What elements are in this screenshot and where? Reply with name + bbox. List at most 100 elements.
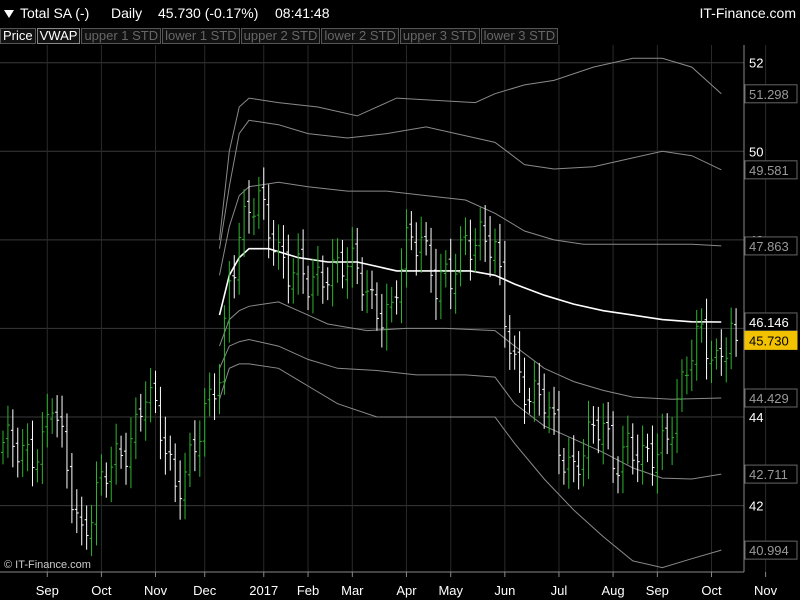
right-label-49.581: 49.581 [749,163,789,178]
candle-20 [99,454,104,496]
candle-35 [173,443,178,503]
symbol-label[interactable]: Total SA (-) [20,5,89,21]
candle-0 [1,430,5,465]
x-label-aug-11: Aug [602,583,625,598]
candle-62 [306,265,311,311]
candle-129 [635,434,640,483]
candle-31 [153,370,158,414]
candle-91 [448,238,453,310]
candle-29 [143,381,148,441]
candle-58 [286,234,291,304]
candle-124 [611,411,616,483]
x-label-nov-14: Nov [754,583,778,598]
candle-100 [493,228,497,274]
candle-44 [217,364,222,415]
y-tick-50: 50 [749,144,763,159]
candle-23 [114,423,119,485]
x-label-apr-7: Apr [396,583,417,598]
candle-140 [689,339,694,392]
y-tick-42: 42 [749,499,763,514]
candles [1,167,739,557]
period-label[interactable]: Daily [111,5,142,21]
candle-116 [571,435,576,483]
dropdown-arrow-icon[interactable] [3,9,15,19]
candle-34 [168,435,173,471]
candle-67 [330,239,335,307]
candle-110 [542,373,547,429]
candle-114 [561,447,566,485]
y-tick-44: 44 [749,410,763,425]
candle-84 [414,222,419,276]
candle-77 [379,293,384,348]
candle-19 [94,461,99,546]
x-label-sep-12: Sep [646,583,669,598]
candle-73 [360,257,365,311]
right-label-46.146: 46.146 [749,315,789,330]
candle-11 [55,395,60,438]
candle-82 [404,209,409,288]
candle-139 [684,356,689,395]
candle-89 [438,253,443,320]
candle-130 [640,425,645,485]
candle-121 [596,406,601,454]
candle-120 [591,406,596,444]
candle-1 [5,405,10,458]
candle-118 [581,438,586,487]
candle-2 [10,409,15,468]
candle-79 [389,286,394,323]
candle-148 [729,307,734,370]
candle-42 [207,372,212,417]
right-label-51.298: 51.298 [749,87,789,102]
candle-47 [232,255,237,299]
candle-96 [473,228,478,273]
candle-99 [488,216,493,278]
candle-30 [148,367,153,423]
candle-83 [409,211,414,251]
candle-90 [443,250,448,288]
candle-36 [178,460,183,520]
candle-117 [576,451,581,490]
x-label-nov-2: Nov [144,583,168,598]
grid [0,45,767,572]
candle-85 [419,216,424,273]
right-label-45.730: 45.730 [749,333,789,348]
candle-106 [522,357,527,424]
candle-147 [724,337,729,383]
candle-14 [69,453,74,524]
x-label-sep-0: Sep [36,583,59,598]
candle-136 [670,416,675,466]
candle-8 [40,412,45,485]
candle-108 [532,361,537,422]
series-lower-3-std [219,363,722,569]
price-chart[interactable]: 52504846444251.29849.58147.86346.14645.7… [0,28,800,600]
candle-74 [365,270,370,314]
candle-22 [109,446,114,503]
candle-133 [655,433,660,494]
candle-93 [458,226,463,287]
candle-70 [345,247,350,299]
candle-9 [45,393,50,448]
candle-18 [89,504,94,557]
brand-label: IT-Finance.com [699,5,796,21]
x-label-oct-1: Oct [91,583,112,598]
candle-122 [601,403,606,465]
candle-134 [660,413,665,471]
right-label-40.994: 40.994 [749,543,789,558]
candle-63 [310,258,315,314]
candle-105 [517,331,522,393]
candle-126 [620,425,625,494]
candle-43 [212,373,217,421]
series-upper-3-std [219,57,722,240]
x-label-dec-3: Dec [193,583,217,598]
candle-94 [463,217,468,256]
candle-37 [183,452,188,520]
candle-145 [714,338,719,370]
candle-132 [650,425,655,486]
right-label-47.863: 47.863 [749,239,789,254]
candle-39 [192,420,197,472]
candle-104 [512,335,517,370]
candle-59 [291,258,296,304]
candle-15 [74,489,79,534]
candle-21 [104,462,109,498]
candle-127 [625,415,630,465]
